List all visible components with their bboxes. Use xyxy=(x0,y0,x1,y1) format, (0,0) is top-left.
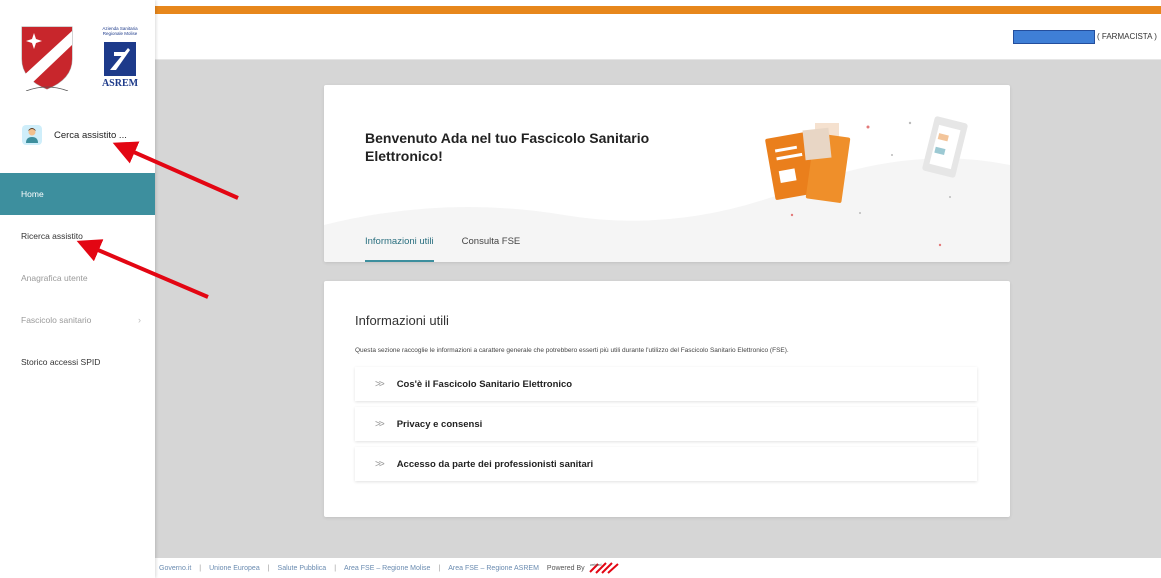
asrem-wordmark: ASREM xyxy=(101,78,139,89)
asrem-logo: Azienda Sanitaria Regionale Molise ASREM xyxy=(96,26,144,89)
sidebar-item-label: Ricerca assistito xyxy=(21,231,83,241)
top-accent-bar xyxy=(155,0,1161,14)
welcome-title: Benvenuto Ada nel tuo Fascicolo Sanitari… xyxy=(365,130,650,164)
footer-link-unione-europea[interactable]: Unione Europea xyxy=(209,565,260,572)
logo-area: Azienda Sanitaria Regionale Molise ASREM xyxy=(0,0,155,105)
search-patient-label: Cerca assistito ... xyxy=(54,129,127,141)
footer-link-area-fse-molise[interactable]: Area FSE – Regione Molise xyxy=(344,565,430,572)
powered-by-label: Powered By xyxy=(546,564,585,572)
documents-illustration-icon xyxy=(765,116,968,247)
sidebar-item-label: Fascicolo sanitario xyxy=(21,315,92,325)
double-chevron-right-icon: >> xyxy=(375,378,385,390)
accordion-item-privacy-consensi[interactable]: >> Privacy e consensi xyxy=(355,407,977,441)
tab-consulta-fse[interactable]: Consulta FSE xyxy=(462,233,521,262)
sidebar-item-ricerca-assistito[interactable]: Ricerca assistito xyxy=(0,215,155,257)
footer-link-area-fse-asrem[interactable]: Area FSE – Regione ASREM xyxy=(448,565,539,572)
double-chevron-right-icon: >> xyxy=(375,458,385,470)
footer: Governo.it | Unione Europea | Salute Pub… xyxy=(155,558,1161,578)
sidebar-item-fascicolo-sanitario[interactable]: Fascicolo sanitario › xyxy=(0,299,155,341)
footer-separator: | xyxy=(199,564,202,572)
search-patient-button[interactable]: Cerca assistito ... xyxy=(0,118,155,152)
asrem-subtitle: Azienda Sanitaria Regionale Molise xyxy=(102,26,138,36)
sidebar-item-label: Storico accessi SPID xyxy=(21,357,101,367)
sidebar-item-label: Home xyxy=(21,189,44,199)
footer-separator: | xyxy=(438,564,441,572)
info-card: Informazioni utili Questa sezione raccog… xyxy=(324,281,1010,517)
user-name-redacted[interactable] xyxy=(1013,30,1095,44)
top-header: ( FARMACISTA ) xyxy=(155,14,1161,60)
svg-text:webred: webred xyxy=(590,563,602,567)
sidebar-item-anagrafica-utente[interactable]: Anagrafica utente xyxy=(0,257,155,299)
sidebar-item-home[interactable]: Home xyxy=(0,173,155,215)
footer-separator: | xyxy=(334,564,337,572)
chevron-right-icon: › xyxy=(138,315,141,325)
user-role: ( FARMACISTA ) xyxy=(1097,32,1157,41)
vendor-logo: webred xyxy=(588,562,619,574)
accordion-item-accesso-professionisti[interactable]: >> Accesso da parte dei professionisti s… xyxy=(355,447,977,481)
welcome-card: Benvenuto Ada nel tuo Fascicolo Sanitari… xyxy=(324,85,1010,262)
footer-separator: | xyxy=(267,564,270,572)
info-accordion: >> Cos'è il Fascicolo Sanitario Elettron… xyxy=(355,367,977,487)
accordion-item-label: Cos'è il Fascicolo Sanitario Elettronico xyxy=(396,378,573,390)
tab-informazioni-utili[interactable]: Informazioni utili xyxy=(365,233,434,262)
accordion-item-cose-fse[interactable]: >> Cos'è il Fascicolo Sanitario Elettron… xyxy=(355,367,977,401)
welcome-tabs: Informazioni utili Consulta FSE xyxy=(365,233,548,262)
sidebar: Azienda Sanitaria Regionale Molise ASREM… xyxy=(0,0,155,578)
info-title: Informazioni utili xyxy=(355,313,449,328)
footer-link-salute-pubblica[interactable]: Salute Pubblica xyxy=(278,565,327,572)
regione-molise-logo xyxy=(21,26,73,91)
user-avatar-icon xyxy=(22,125,42,145)
accordion-item-label: Accesso da parte dei professionisti sani… xyxy=(396,458,594,470)
accordion-item-label: Privacy e consensi xyxy=(396,418,483,430)
sidebar-item-label: Anagrafica utente xyxy=(21,273,88,283)
sidebar-nav: Home Ricerca assistito Anagrafica utente… xyxy=(0,173,155,383)
info-description: Questa sezione raccoglie le informazioni… xyxy=(355,347,789,354)
footer-link-governo[interactable]: Governo.it xyxy=(159,565,191,572)
double-chevron-right-icon: >> xyxy=(375,418,385,430)
sidebar-item-storico-accessi-spid[interactable]: Storico accessi SPID xyxy=(0,341,155,383)
